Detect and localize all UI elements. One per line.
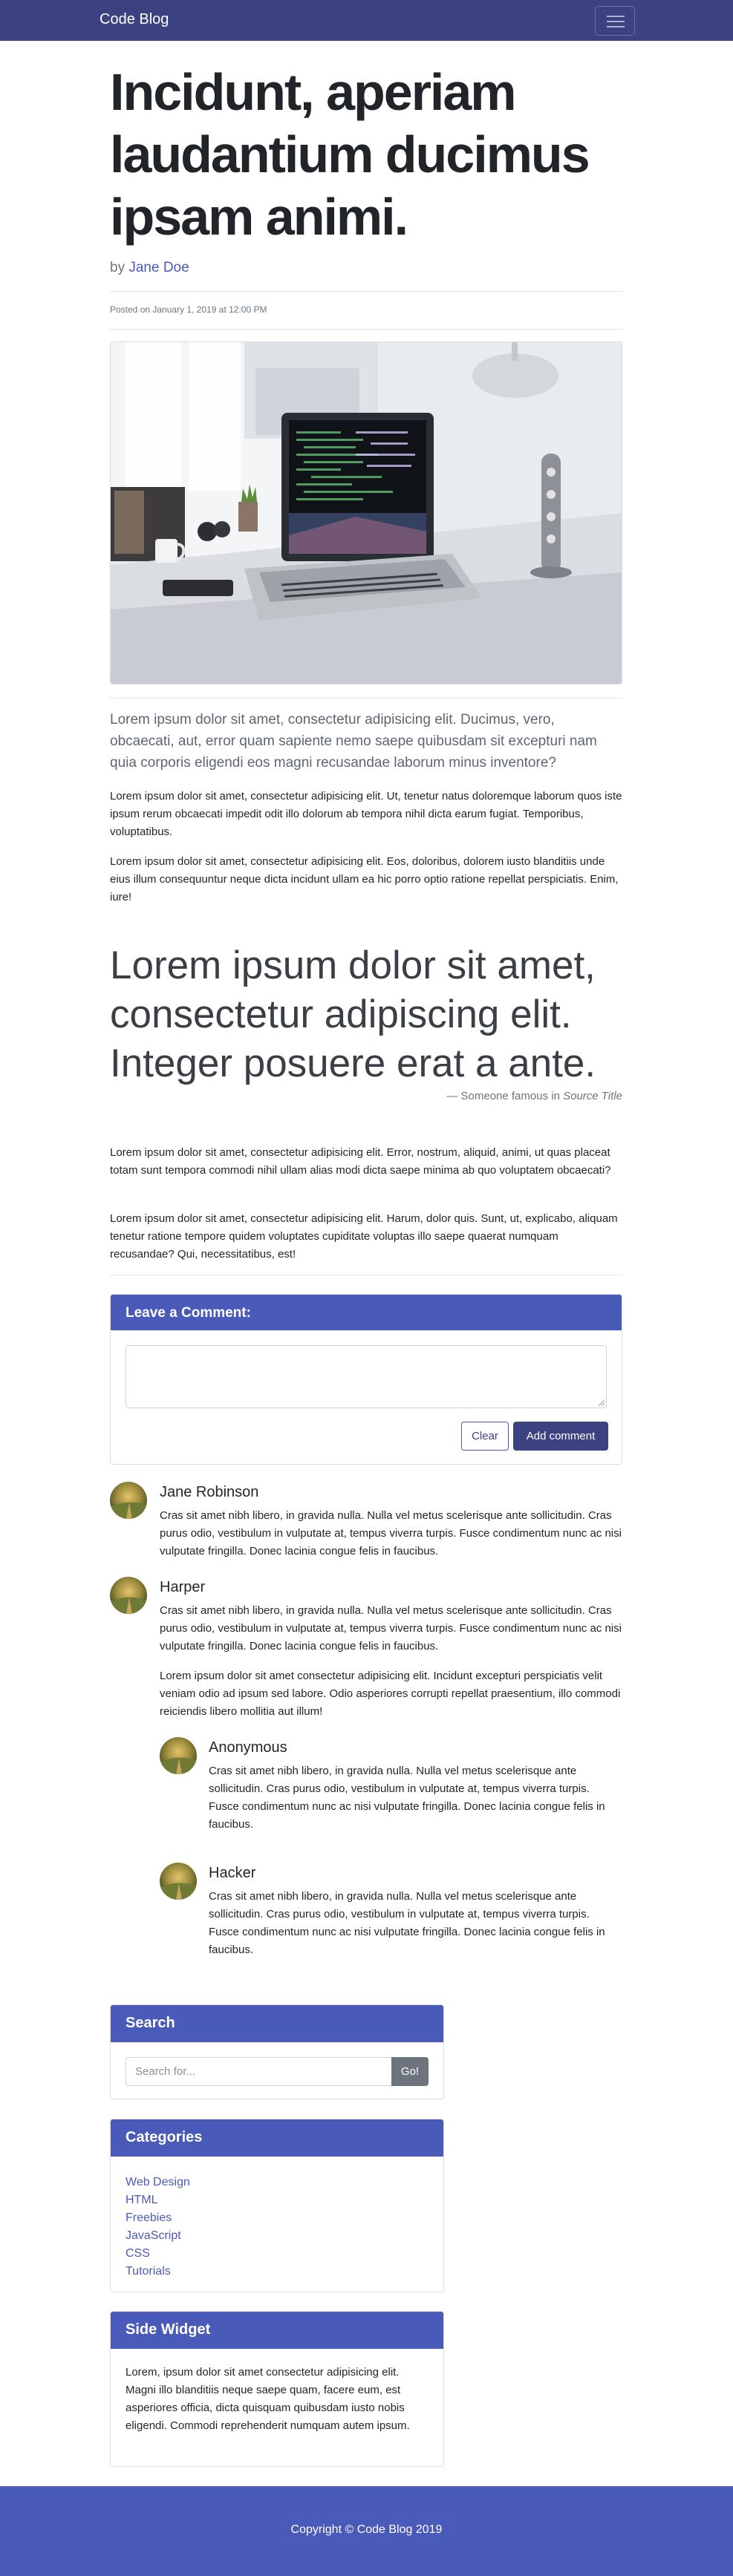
category-link-css[interactable]: CSS (126, 2245, 190, 2263)
categories-widget-header: Categories (111, 2119, 443, 2157)
menu-toggle-button[interactable] (595, 6, 635, 36)
category-link-web-design[interactable]: Web Design (126, 2174, 190, 2191)
comment-text: Cras sit amet nibh libero, in gravida nu… (209, 1765, 605, 1831)
comment-author: Harper (160, 1579, 206, 1595)
post-paragraph: Lorem ipsum dolor sit amet, consectetur … (110, 1146, 611, 1177)
category-link-javascript[interactable]: JavaScript (126, 2227, 190, 2245)
avatar (110, 1482, 147, 1519)
brand-link[interactable]: Code Blog (100, 11, 169, 28)
category-link-tutorials[interactable]: Tutorials (126, 2263, 190, 2281)
post-byline: by Jane Doe (110, 260, 189, 275)
quote-source: Source Title (563, 1090, 622, 1102)
comment-form-card: Leave a Comment: Clear Add comment (110, 1294, 622, 1465)
clear-button[interactable]: Clear (461, 1422, 509, 1451)
post-paragraph: Lorem ipsum dolor sit amet, consectetur … (110, 790, 622, 838)
comment-form-header: Leave a Comment: (111, 1295, 622, 1330)
navbar: Code Blog (0, 0, 733, 41)
laptop-photo (111, 342, 622, 684)
category-list: Web Design HTML Freebies JavaScript CSS … (126, 2174, 190, 2281)
comment-text: Cras sit amet nibh libero, in gravida nu… (160, 1604, 622, 1653)
divider (110, 698, 622, 699)
comment-textarea[interactable] (126, 1345, 607, 1408)
search-widget: Search Search for... Go! (110, 2004, 444, 2099)
post-lead: Lorem ipsum dolor sit amet, consectetur … (110, 712, 597, 771)
hamburger-icon (607, 16, 625, 17)
category-link-html[interactable]: HTML (126, 2191, 190, 2209)
post-title: Incidunt, aperiam laudantium ducimus ips… (110, 63, 590, 246)
footer: Copyright © Code Blog 2019 (0, 2486, 733, 2576)
side-widget: Side Widget Lorem, ipsum dolor sit amet … (110, 2311, 444, 2467)
comment-author: Anonymous (209, 1739, 287, 1756)
divider (110, 329, 622, 330)
search-widget-header: Search (111, 2005, 443, 2042)
avatar (160, 1737, 197, 1774)
search-input[interactable]: Search for... (126, 2057, 391, 2086)
post-image (110, 341, 622, 684)
comment-text: Cras sit amet nibh libero, in gravida nu… (209, 1890, 605, 1956)
add-comment-button[interactable]: Add comment (513, 1422, 608, 1451)
comment-author: Hacker (209, 1865, 256, 1881)
comment-author: Jane Robinson (160, 1484, 259, 1500)
divider (110, 291, 622, 292)
avatar (160, 1863, 197, 1900)
comment-text: Cras sit amet nibh libero, in gravida nu… (160, 1509, 622, 1557)
blockquote-footer: — Someone famous in Source Title (446, 1090, 622, 1102)
category-link-freebies[interactable]: Freebies (126, 2209, 190, 2227)
categories-widget: Categories Web Design HTML Freebies Java… (110, 2119, 444, 2292)
side-widget-text: Lorem, ipsum dolor sit amet consectetur … (126, 2366, 410, 2432)
resize-handle-icon[interactable] (597, 1399, 605, 1406)
search-go-button[interactable]: Go! (391, 2057, 429, 2086)
post-paragraph: Lorem ipsum dolor sit amet, consectetur … (110, 855, 619, 903)
post-paragraph: Lorem ipsum dolor sit amet, consectetur … (110, 1212, 618, 1261)
avatar (110, 1577, 147, 1614)
post-date: Posted on January 1, 2019 at 12:00 PM (110, 304, 267, 315)
blockquote: Lorem ipsum dolor sit amet, consectetur … (110, 944, 596, 1085)
copyright-text: Copyright © Code Blog 2019 (290, 2523, 443, 2536)
author-link[interactable]: Jane Doe (128, 260, 189, 275)
side-widget-header: Side Widget (111, 2312, 443, 2349)
comment-text: Lorem ipsum dolor sit amet consectetur a… (160, 1670, 621, 1718)
